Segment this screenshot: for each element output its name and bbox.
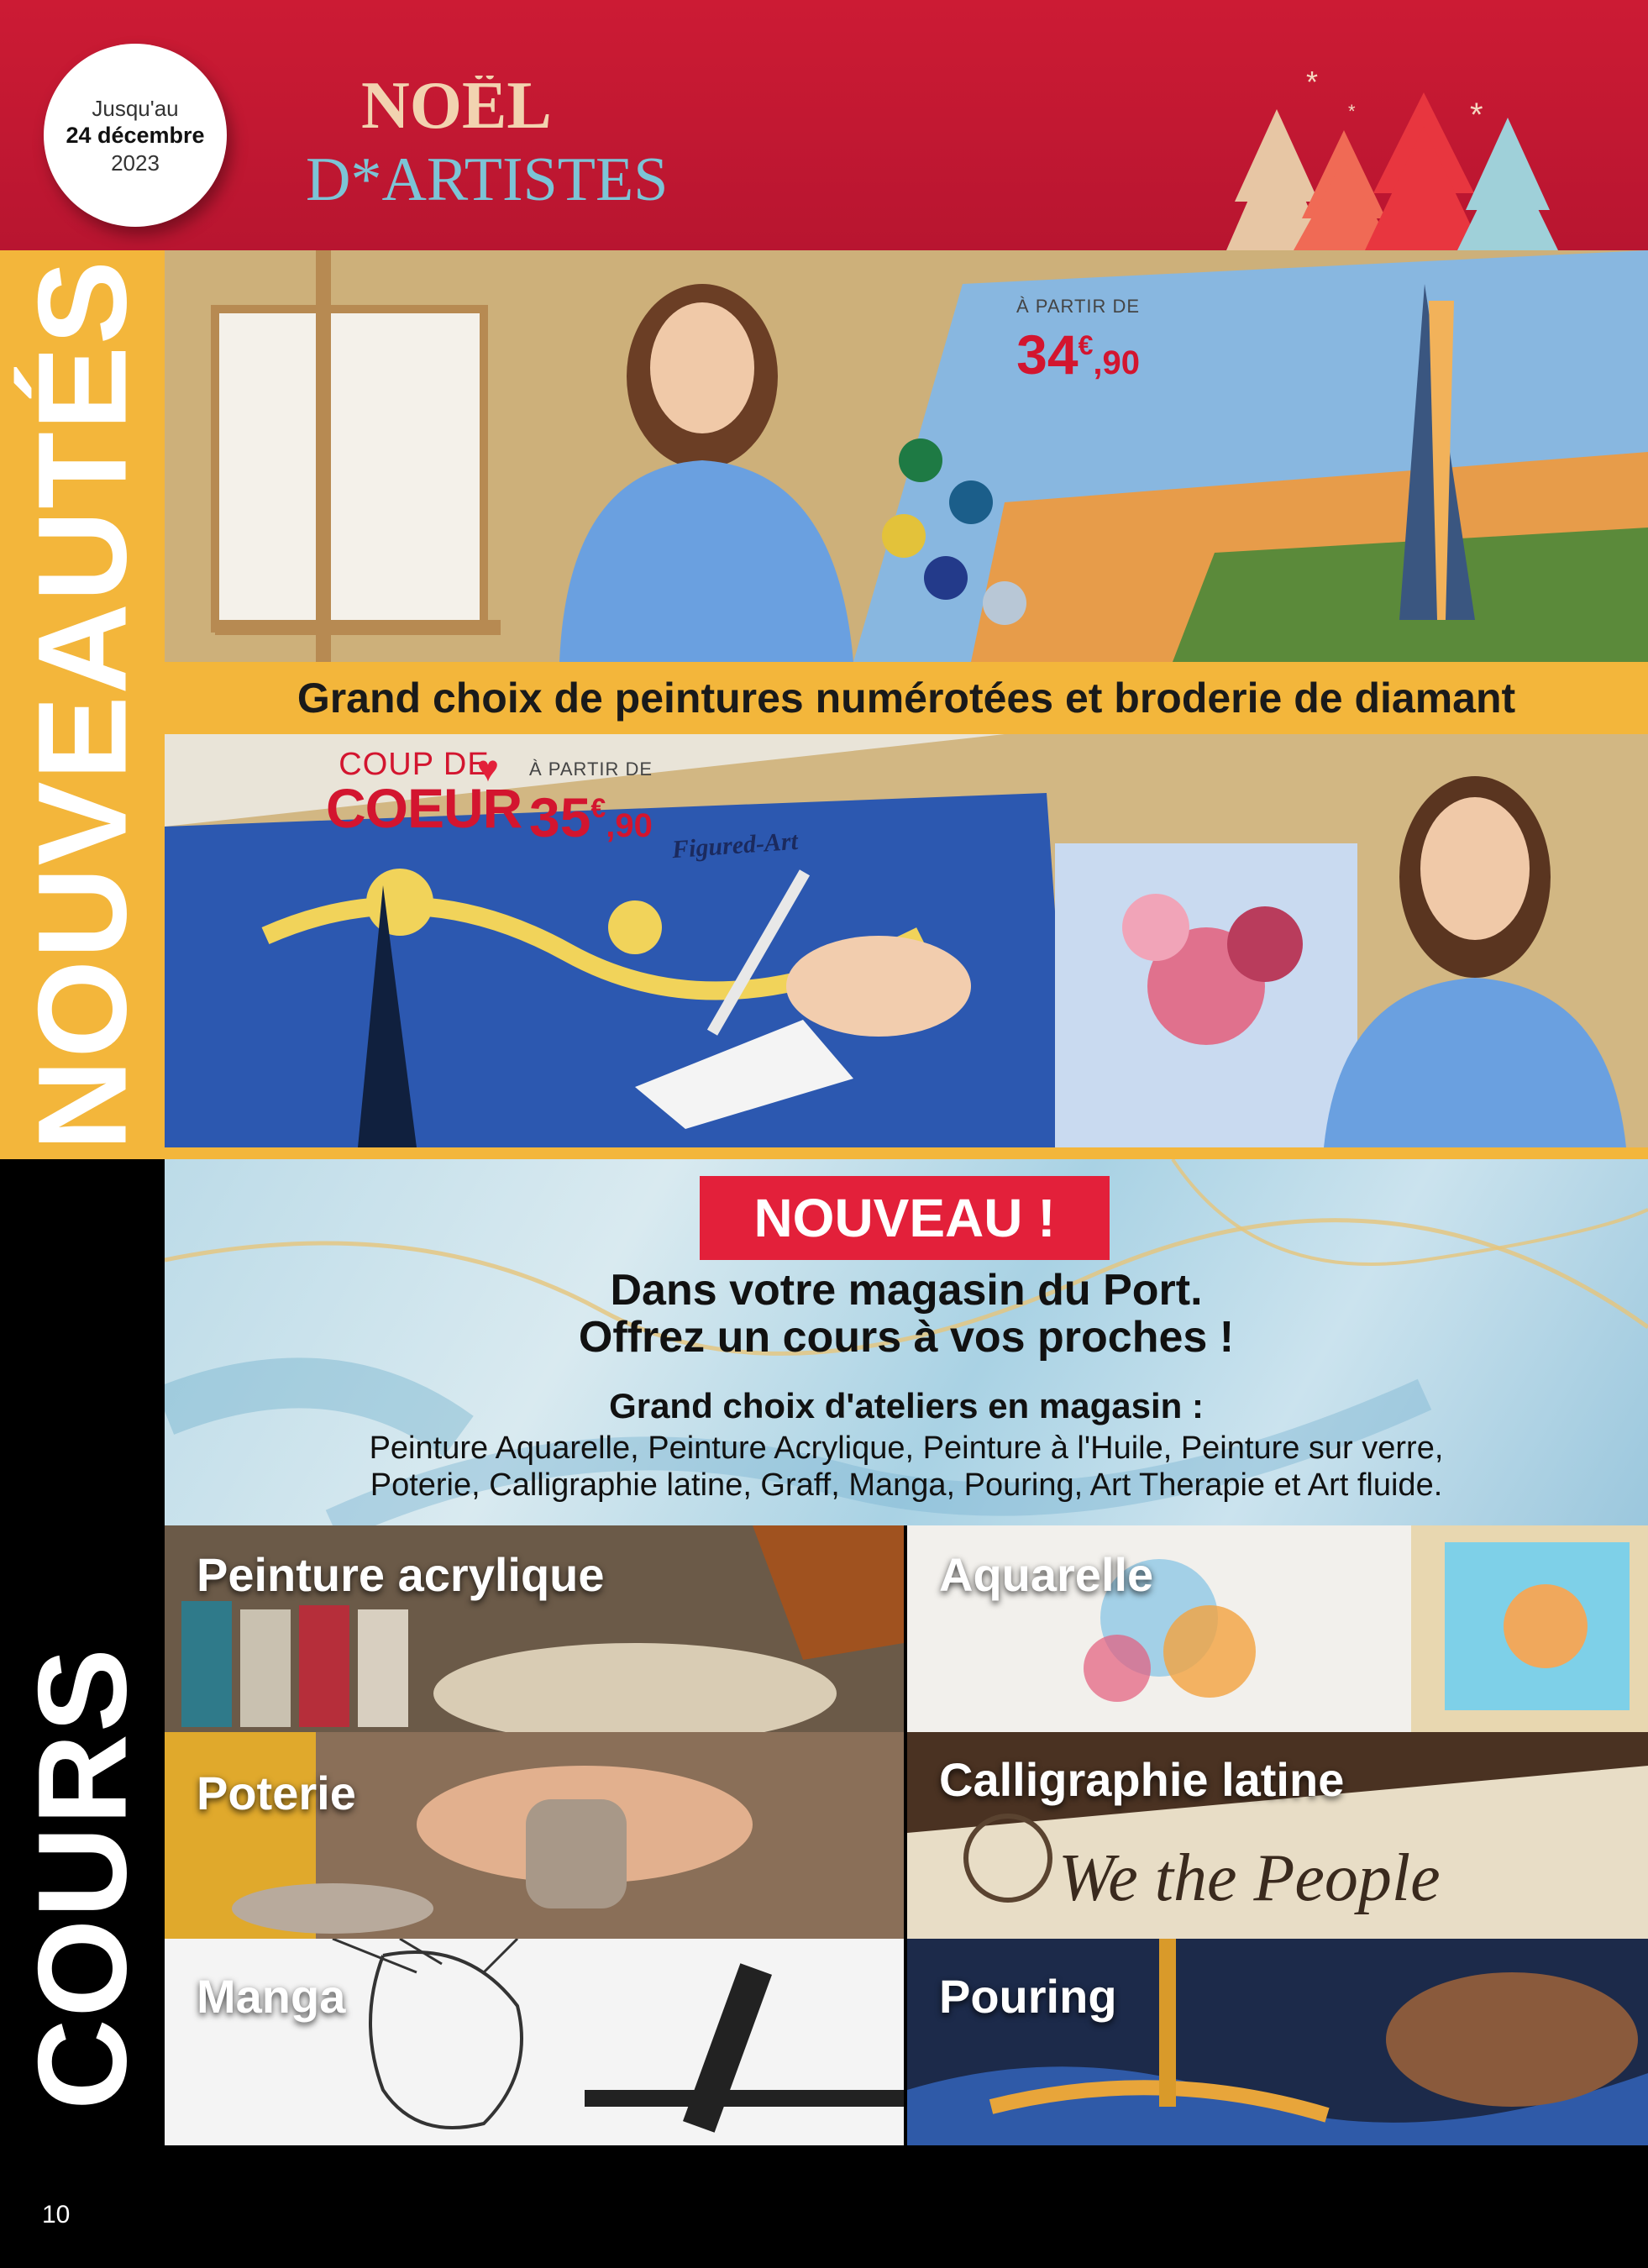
course-label: Manga (197, 1970, 346, 2023)
price-from-label: À PARTIR DE (1016, 296, 1141, 317)
price-tag-paint-by-numbers: À PARTIR DE 34€,90 (1016, 296, 1140, 391)
course-tile-calligraphie-latine: We the People Calligraphie latine (907, 1732, 1648, 1939)
coup-de-coeur-line1: COUP DE (339, 747, 490, 782)
date-badge-line3: 2023 (111, 150, 160, 176)
coup-de-coeur-badge: COUP DE COEUR ♥ (326, 747, 522, 882)
svg-text:*: * (1470, 97, 1483, 134)
ateliers-list-line1: Peinture Aquarelle, Peinture Acrylique, … (369, 1431, 1444, 1466)
date-badge: Jusqu'au 24 décembre 2023 (44, 44, 227, 227)
nouveautes-caption-text: Grand choix de peintures numérotées et b… (297, 675, 1516, 722)
logo-line1: NOËL (361, 76, 552, 143)
price-amount: 35€,90 (529, 780, 653, 853)
course-tile-poterie: Poterie (165, 1732, 904, 1939)
price-amount: 34€,90 (1016, 318, 1140, 391)
course-tile-pouring: Pouring (907, 1939, 1648, 2145)
price-currency: € (1078, 330, 1094, 360)
course-label: Aquarelle (939, 1548, 1154, 1601)
course-label: Pouring (939, 1970, 1117, 2023)
price-decimal: ,90 (606, 807, 653, 844)
cours-side-label: COURS (11, 1646, 153, 2110)
coup-de-coeur-line2: COEUR (326, 777, 522, 839)
course-label: Calligraphie latine (939, 1753, 1345, 1806)
nouveautes-side-label: NOUVEAUTÉS (11, 259, 153, 1151)
heart-icon: ♥ (476, 748, 499, 790)
course-tile-manga: Manga (165, 1939, 904, 2145)
price-from-label: À PARTIR DE (529, 759, 653, 780)
price-integer: 35 (529, 786, 591, 848)
cours-headline-line1: Dans votre magasin du Port. (610, 1266, 1203, 1315)
course-tile-aquarelle: Aquarelle (907, 1525, 1648, 1732)
noel-dartistes-logo: NOËL D*ARTISTES (302, 69, 706, 218)
ateliers-list: Peinture Aquarelle, Peinture Acrylique, … (165, 1430, 1648, 1504)
price-decimal: ,90 (1093, 344, 1140, 381)
date-badge-line2: 24 décembre (66, 122, 205, 148)
date-badge-line1: Jusqu'au (92, 95, 179, 121)
course-label: Poterie (197, 1767, 356, 1819)
section-divider (165, 1147, 1648, 1159)
header-banner: Jusqu'au 24 décembre 2023 NOËL D*ARTISTE… (0, 0, 1648, 250)
svg-text:We the People: We the People (1058, 1841, 1441, 1915)
nouveau-badge: NOUVEAU ! (700, 1176, 1110, 1260)
cours-headline: Dans votre magasin du Port. Offrez un co… (165, 1267, 1648, 1361)
course-tile-peinture-acrylique: Peinture acrylique (165, 1525, 904, 1732)
course-label: Peinture acrylique (197, 1548, 605, 1601)
cours-headline-line2: Offrez un cours à vos proches ! (578, 1313, 1235, 1362)
svg-text:*: * (1348, 101, 1356, 122)
christmas-trees-icon: * * * (1218, 50, 1571, 250)
ateliers-title: Grand choix d'ateliers en magasin : (609, 1386, 1204, 1425)
logo-line2: D*ARTISTES (306, 145, 668, 214)
svg-text:*: * (1306, 65, 1318, 99)
page-number: 10 (42, 2201, 71, 2229)
nouveautes-caption: Grand choix de peintures numérotées et b… (165, 662, 1648, 734)
paint-by-numbers-photo (165, 250, 1648, 662)
ateliers-list-line2: Poterie, Calligraphie latine, Graff, Man… (370, 1467, 1443, 1503)
price-tag-diamond-painting: À PARTIR DE 35€,90 (529, 759, 653, 853)
price-integer: 34 (1016, 323, 1079, 386)
price-currency: € (590, 793, 606, 823)
